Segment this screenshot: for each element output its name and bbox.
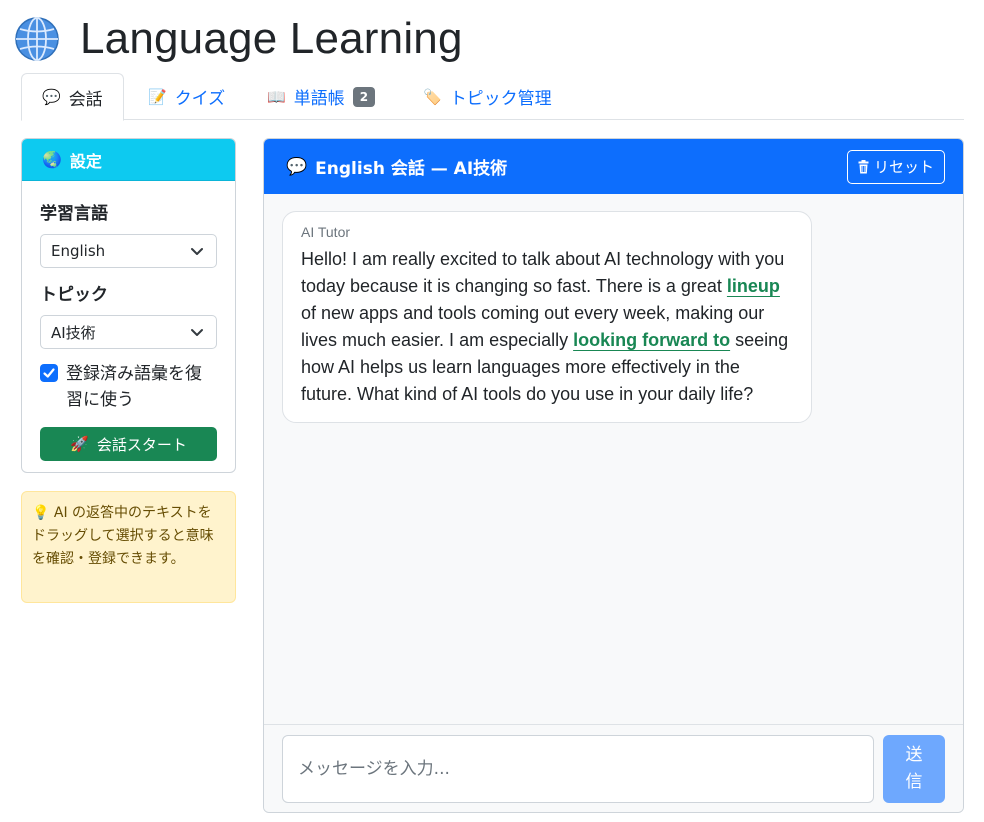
use-vocab-label[interactable]: 登録済み語彙を復習に使う [66, 361, 216, 413]
memo-icon: 📝 [148, 87, 167, 106]
message-composer: 送信 [264, 724, 963, 812]
speech-bubble-icon: 💬 [42, 88, 61, 106]
start-conversation-button[interactable]: 🚀 会話スタート [40, 427, 217, 461]
language-label: 学習言語 [40, 204, 108, 224]
message-sender: AI Tutor [301, 224, 351, 240]
tab-label: クイズ [174, 89, 226, 109]
checkmark-icon [43, 368, 55, 378]
message-segment: Hello! I am really excited to talk about… [301, 249, 785, 296]
message-text[interactable]: Hello! I am really excited to talk about… [301, 246, 793, 408]
tag-icon: 🏷️ [423, 87, 442, 106]
reset-button[interactable]: リセット [846, 149, 945, 184]
send-button[interactable]: 送信 [883, 735, 945, 803]
speech-bubble-icon: 💬 [286, 156, 308, 177]
main-tabs: 💬 会話 📝 クイズ 📖 単語帳 2 🏷️ トピック管理 [21, 73, 964, 121]
tab-vocabulary[interactable]: 📖 単語帳 2 [247, 73, 395, 120]
settings-card: 🌏 設定 学習言語 English トピック AI技術 登録済み語彙を復習に使う [21, 138, 236, 473]
tab-quiz[interactable]: 📝 クイズ [128, 73, 245, 120]
send-button-label: 送信 [905, 745, 923, 792]
rocket-icon: 🚀 [70, 435, 89, 453]
topic-select[interactable]: AI技術 [40, 315, 217, 349]
globe-icon [15, 17, 59, 61]
start-button-label: 会話スタート [96, 435, 187, 454]
settings-title: 設定 [69, 151, 102, 171]
ai-message: AI Tutor Hello! I am really excited to t… [282, 211, 812, 423]
use-vocab-checkbox[interactable] [40, 364, 58, 382]
tab-label: トピック管理 [449, 89, 552, 109]
chat-title: English 会話 — AI技術 [315, 159, 508, 179]
message-list: AI Tutor Hello! I am really excited to t… [264, 194, 963, 724]
tip-alert: 💡 AI の返答中のテキストをドラッグして選択すると意味を確認・登録できます。 [21, 491, 236, 603]
tab-topic-management[interactable]: 🏷️ トピック管理 [403, 73, 572, 120]
chat-header: 💬 English 会話 — AI技術 リセット [264, 139, 963, 194]
app-title: Language Learning [80, 14, 463, 63]
chat-panel: 💬 English 会話 — AI技術 リセット AI Tutor Hello!… [263, 138, 964, 813]
tab-label: 会話 [68, 89, 103, 110]
vocab-highlight[interactable]: lineup [727, 276, 780, 296]
tab-conversation[interactable]: 💬 会話 [21, 73, 124, 121]
vocab-highlight[interactable]: looking forward to [573, 330, 730, 350]
topic-label: トピック [40, 285, 108, 305]
language-select-value: English [51, 242, 106, 260]
app-header: Language Learning [14, 12, 463, 66]
trash-icon [858, 159, 869, 173]
earth-icon: 🌏 [42, 150, 62, 169]
message-input[interactable] [282, 735, 874, 803]
use-vocab-option: 登録済み語彙を復習に使う [40, 361, 217, 413]
vocab-count-badge: 2 [352, 86, 376, 107]
tip-text: AI の返答中のテキストをドラッグして選択すると意味を確認・登録できます。 [32, 505, 214, 567]
topic-select-value: AI技術 [51, 323, 96, 342]
book-icon: 📖 [267, 87, 286, 106]
lightbulb-icon: 💡 [32, 505, 50, 521]
chevron-down-icon [191, 248, 203, 255]
chevron-down-icon [191, 329, 203, 336]
language-select[interactable]: English [40, 234, 217, 268]
reset-button-label: リセット [873, 158, 934, 176]
settings-header: 🌏 設定 [22, 139, 235, 181]
tab-label: 単語帳 [293, 89, 345, 109]
